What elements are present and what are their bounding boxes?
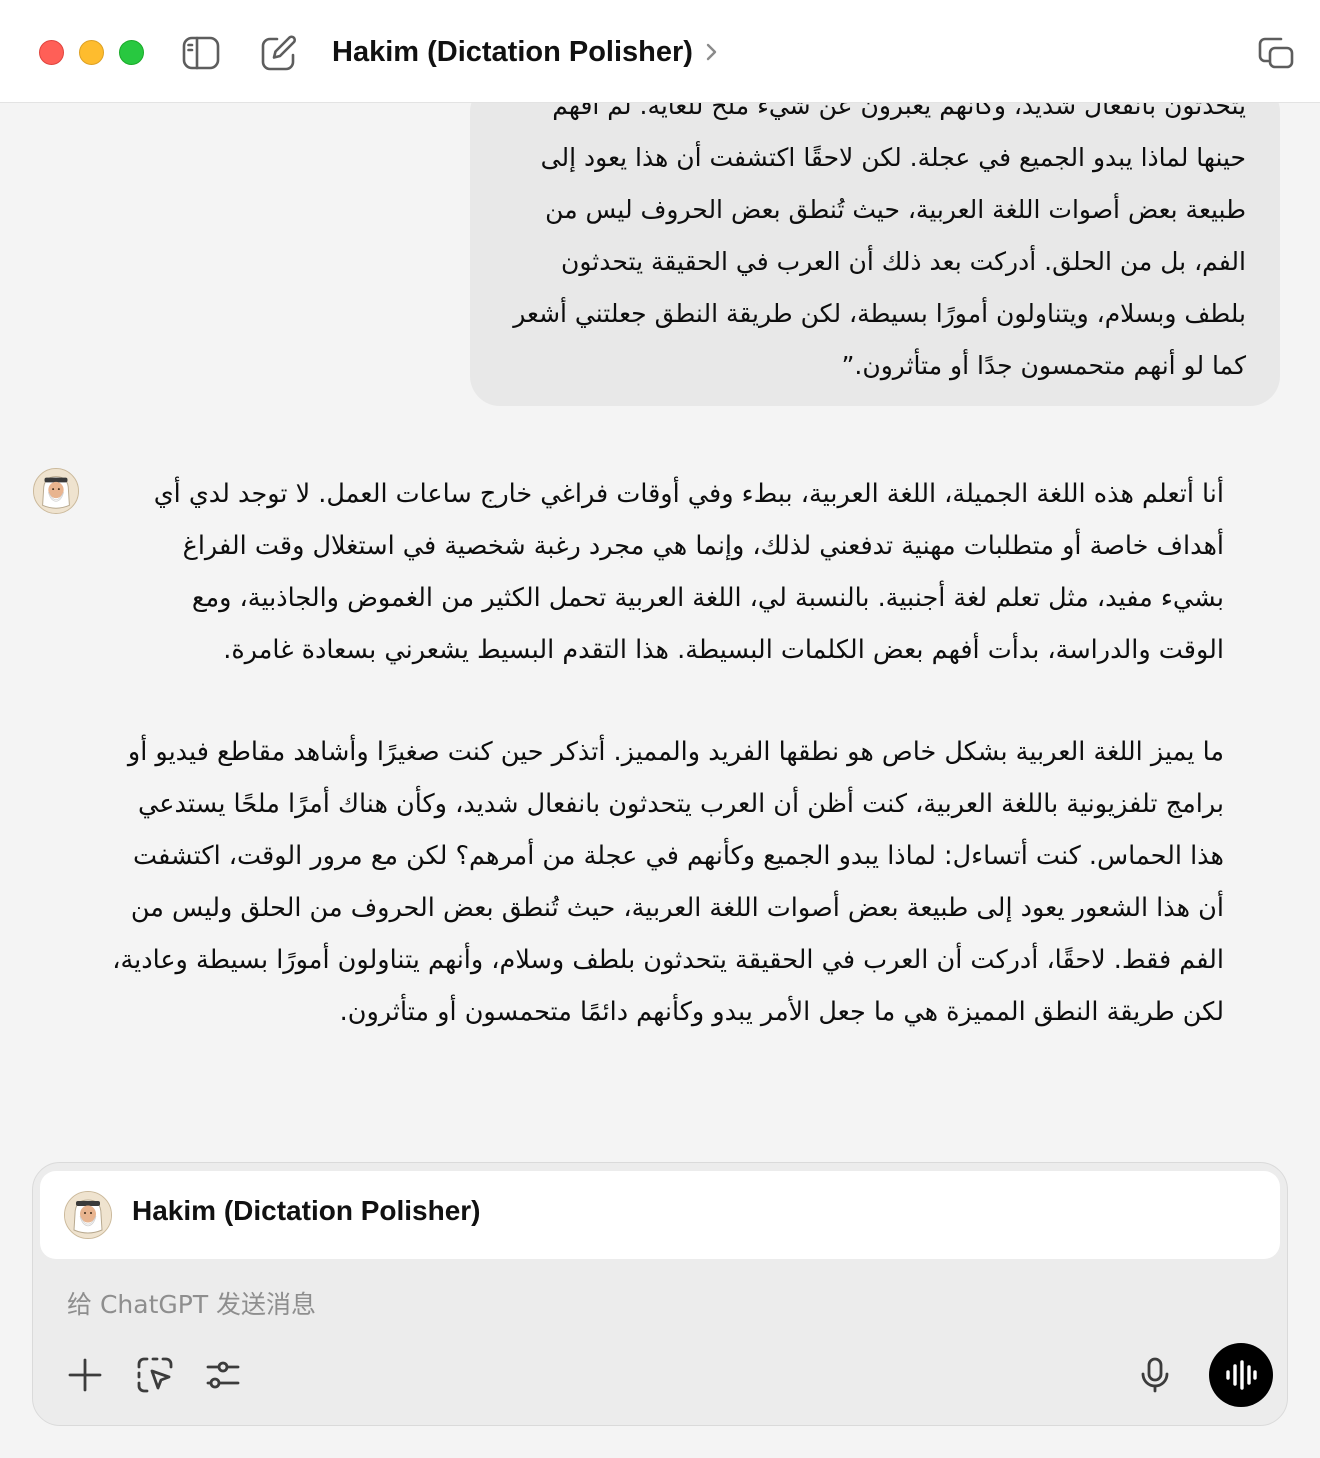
user-message-line: بلطف وبسلام، ويتناولون أمورًا بسيطة، لكن…	[513, 299, 1246, 328]
voice-waveform-icon	[1226, 1360, 1257, 1390]
voice-mode-button[interactable]	[1209, 1343, 1273, 1407]
assistant-text-line: أن هذا الشعور يعود إلى طبيعة بعض أصوات ا…	[130, 893, 1224, 923]
conversation-area[interactable]: يتحدثون بانفعال شديد، وكأنهم يعبرون عن ش…	[0, 102, 1320, 1142]
assistant-text-line: الوقت والدراسة، بدأت أفهم بعض الكلمات ال…	[223, 635, 1224, 665]
user-message-line: الفم، بل من الحلق. أدركت بعد ذلك أن العر…	[561, 247, 1246, 276]
assistant-text-line: الفم فقط. لاحقًا، أدركت أن العرب في الحق…	[112, 945, 1224, 975]
chevron-right-icon	[706, 43, 717, 61]
zoom-window-button[interactable]	[119, 40, 144, 65]
minimize-window-button[interactable]	[79, 40, 104, 65]
assistant-message: أنا أتعلم هذه اللغة الجميلة، اللغة العرب…	[96, 468, 1224, 676]
close-window-button[interactable]	[39, 40, 64, 65]
assistant-text-line: هذا الحماس. كنت أتساءل: لماذا يبدو الجمي…	[133, 841, 1224, 871]
assistant-text-line: برامج تلفزيونية باللغة العربية، كنت أظن …	[138, 789, 1224, 819]
gpt-name: Hakim (Dictation Polisher)	[132, 1195, 481, 1226]
assistant-text-line: أهداف خاصة أو متطلبات مهنية تدفعني لذلك،…	[182, 531, 1224, 561]
screen-capture-icon[interactable]	[135, 1355, 175, 1395]
assistant-avatar	[33, 468, 79, 514]
assistant-message-paragraph: ما يميز اللغة العربية بشكل خاص هو نطقها …	[96, 726, 1224, 1038]
sliders-icon[interactable]	[203, 1355, 243, 1395]
sidebar-toggle-icon[interactable]	[181, 33, 221, 73]
message-input[interactable]	[65, 1281, 1169, 1327]
selected-gpt-chip[interactable]: Hakim (Dictation Polisher)	[40, 1171, 1280, 1259]
app-window: Hakim (Dictation Polisher) يتحدثون بانفع…	[0, 0, 1320, 1458]
user-message-line: كما لو أنهم متحمسون جدًا أو متأثرون.”	[841, 351, 1246, 380]
compose-icon[interactable]	[259, 33, 299, 73]
user-message-bubble: يتحدثون بانفعال شديد، وكأنهم يعبرون عن ش…	[470, 102, 1280, 406]
gpt-avatar	[64, 1191, 112, 1239]
user-message-line: طبيعة بعض أصوات اللغة العربية، حيث تُنطق…	[545, 195, 1246, 224]
plus-icon[interactable]	[65, 1355, 105, 1395]
user-message-line: حينها لماذا يبدو الجميع في عجلة. لكن لاح…	[540, 143, 1246, 172]
user-message-line: يتحدثون بانفعال شديد، وكأنهم يعبرون عن ش…	[552, 102, 1246, 120]
microphone-icon[interactable]	[1135, 1355, 1175, 1395]
assistant-text-line: لكن طريقة النطق المميزة هي ما جعل الأمر …	[339, 997, 1224, 1027]
new-window-icon[interactable]	[1256, 33, 1296, 73]
gpt-title-menu[interactable]: Hakim (Dictation Polisher)	[332, 30, 721, 74]
message-composer: Hakim (Dictation Polisher)	[32, 1162, 1288, 1426]
assistant-text-line: بشيء مفيد، مثل تعلم لغة أجنبية. بالنسبة …	[191, 583, 1224, 613]
window-title: Hakim (Dictation Polisher)	[332, 35, 693, 68]
assistant-text-line: أنا أتعلم هذه اللغة الجميلة، اللغة العرب…	[153, 479, 1224, 509]
title-bar: Hakim (Dictation Polisher)	[0, 0, 1320, 103]
assistant-text-line: ما يميز اللغة العربية بشكل خاص هو نطقها …	[127, 737, 1224, 767]
